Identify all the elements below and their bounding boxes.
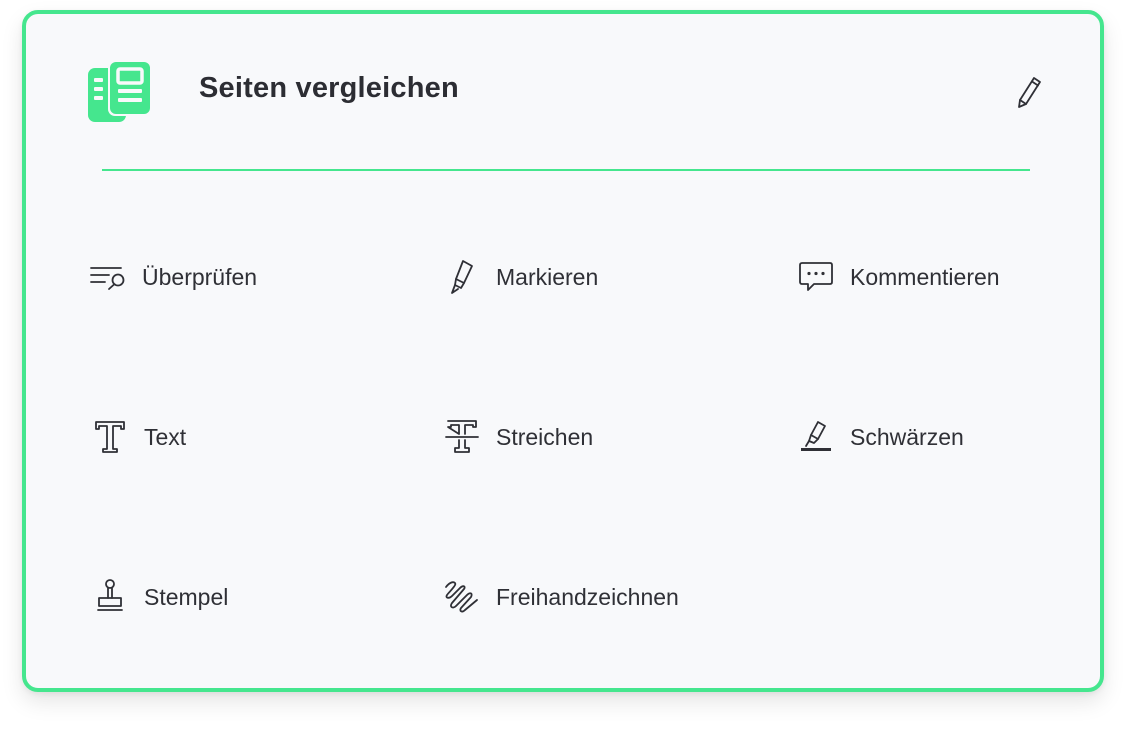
tool-label: Kommentieren — [850, 263, 1000, 290]
tool-markieren[interactable]: Markieren — [442, 257, 598, 297]
header-divider — [102, 169, 1030, 171]
comment-icon — [796, 257, 836, 297]
tool-label: Markieren — [496, 263, 599, 290]
tool-stempel[interactable]: Stempel — [90, 577, 228, 617]
compare-pages-panel: Seiten vergleichen Überprüfen Markieren … — [22, 10, 1104, 692]
highlighter-icon — [442, 257, 482, 297]
strikethrough-icon — [442, 417, 482, 457]
tool-freihandzeichnen[interactable]: Freihandzeichnen — [442, 577, 679, 617]
tool-schwaerzen[interactable]: Schwärzen — [796, 417, 964, 457]
freehand-draw-icon — [442, 577, 482, 617]
tool-label: Text — [144, 423, 187, 450]
review-search-icon — [88, 257, 128, 297]
tool-label: Streichen — [496, 423, 594, 450]
compare-pages-icon — [86, 58, 154, 126]
tool-label: Schwärzen — [850, 423, 964, 450]
tool-label: Freihandzeichnen — [496, 583, 679, 610]
tool-text[interactable]: Text — [90, 417, 186, 457]
panel-title: Seiten vergleichen — [199, 72, 459, 104]
tool-kommentieren[interactable]: Kommentieren — [796, 257, 1000, 297]
stamp-icon — [90, 577, 130, 617]
tool-streichen[interactable]: Streichen — [442, 417, 593, 457]
tool-ueberpruefen[interactable]: Überprüfen — [88, 257, 257, 297]
redact-icon — [796, 417, 836, 457]
text-icon — [90, 417, 130, 457]
edit-button[interactable] — [1010, 72, 1050, 112]
tool-label: Überprüfen — [142, 263, 258, 290]
tool-label: Stempel — [144, 583, 229, 610]
pencil-icon — [1015, 75, 1045, 109]
